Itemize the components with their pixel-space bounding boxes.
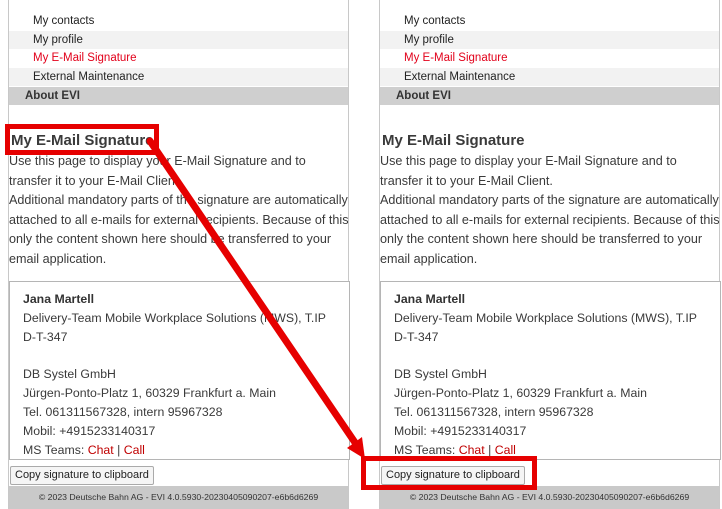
menu-item-my-profile[interactable]: My profile	[380, 30, 719, 49]
teams-chat-link[interactable]: Chat	[88, 443, 114, 457]
highlight-box-heading	[5, 124, 159, 155]
menu-item-my-email-signature[interactable]: My E-Mail Signature	[380, 49, 719, 68]
menu-item-my-email-signature[interactable]: My E-Mail Signature	[9, 49, 348, 68]
menu-item-my-contacts[interactable]: My contacts	[380, 12, 719, 31]
signature-box: Jana Martell Delivery-Team Mobile Workpl…	[380, 281, 721, 460]
teams-call-link[interactable]: Call	[124, 443, 145, 457]
signature-teams: MS Teams: Chat | Call	[23, 441, 338, 460]
teams-separator: |	[113, 443, 124, 457]
signature-department: Delivery-Team Mobile Workplace Solutions…	[394, 311, 697, 344]
signature-content: Jana Martell Delivery-Team Mobile Workpl…	[394, 290, 709, 460]
menu-item-my-profile[interactable]: My profile	[9, 30, 348, 49]
intro-paragraph-1: Use this page to display your E-Mail Sig…	[380, 154, 677, 188]
signature-name: Jana Martell	[23, 292, 95, 306]
signature-department: Delivery-Team Mobile Workplace Solutions…	[23, 311, 326, 344]
signature-name: Jana Martell	[394, 292, 466, 306]
intro-paragraph-2: Additional mandatory parts of the signat…	[380, 193, 720, 266]
panel-after: My contacts My profile My E-Mail Signatu…	[371, 0, 722, 509]
signature-company: DB Systel GmbH	[23, 367, 116, 381]
signature-address: Jürgen-Ponto-Platz 1, 60329 Frankfurt a.…	[394, 386, 647, 400]
panel-before: My contacts My profile My E-Mail Signatu…	[0, 0, 353, 509]
intro-paragraph-1: Use this page to display your E-Mail Sig…	[9, 154, 306, 188]
signature-content: Jana Martell Delivery-Team Mobile Workpl…	[23, 290, 338, 460]
signature-tel: Tel. 061311567328, intern 95967328	[23, 405, 223, 419]
teams-prefix: MS Teams:	[394, 443, 459, 457]
highlight-box-copy-button	[361, 456, 537, 490]
signature-mobile: Mobil: +4915233140317	[23, 424, 156, 438]
teams-chat-link[interactable]: Chat	[459, 443, 485, 457]
teams-call-link[interactable]: Call	[495, 443, 516, 457]
copy-signature-button[interactable]: Copy signature to clipboard	[10, 466, 154, 485]
signature-tel: Tel. 061311567328, intern 95967328	[394, 405, 594, 419]
teams-prefix: MS Teams:	[23, 443, 88, 457]
signature-company: DB Systel GmbH	[394, 367, 487, 381]
footer-copyright: © 2023 Deutsche Bahn AG - EVI 4.0.5930-2…	[9, 486, 348, 509]
signature-box: Jana Martell Delivery-Team Mobile Workpl…	[9, 281, 350, 460]
signature-mobile: Mobil: +4915233140317	[394, 424, 527, 438]
menu-item-about-evi[interactable]: About EVI	[9, 87, 348, 105]
intro-paragraph-2: Additional mandatory parts of the signat…	[9, 193, 349, 266]
page-title: My E-Mail Signature	[382, 132, 525, 149]
nav-menu: My contacts My profile My E-Mail Signatu…	[9, 12, 348, 105]
signature-address: Jürgen-Ponto-Platz 1, 60329 Frankfurt a.…	[23, 386, 276, 400]
menu-item-external-maintenance[interactable]: External Maintenance	[380, 67, 719, 86]
nav-menu: My contacts My profile My E-Mail Signatu…	[380, 12, 719, 105]
menu-item-my-contacts[interactable]: My contacts	[9, 12, 348, 31]
teams-separator: |	[484, 443, 495, 457]
page-intro: Use this page to display your E-Mail Sig…	[9, 152, 351, 269]
page-intro: Use this page to display your E-Mail Sig…	[380, 152, 722, 269]
menu-item-external-maintenance[interactable]: External Maintenance	[9, 67, 348, 86]
menu-item-about-evi[interactable]: About EVI	[380, 87, 719, 105]
